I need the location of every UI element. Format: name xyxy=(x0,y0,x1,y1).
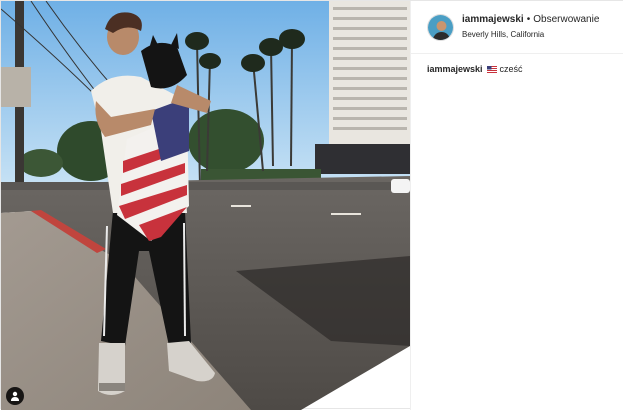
avatar[interactable] xyxy=(427,13,454,41)
flag-us-icon xyxy=(486,65,497,73)
instagram-post-viewer: iammajewski • Obserwowanie Beverly Hills, … xyxy=(0,0,623,410)
location-link[interactable]: Beverly Hills, California xyxy=(462,28,599,41)
post-side-panel: iammajewski • Obserwowanie Beverly Hills, … xyxy=(410,1,623,410)
post-header: iammajewski • Obserwowanie Beverly Hills, … xyxy=(411,1,623,54)
comments-list: iammajewski cześć xyxy=(411,54,623,84)
post-header-text: iammajewski • Obserwowanie Beverly Hills, … xyxy=(462,13,599,41)
following-button[interactable]: Obserwowanie xyxy=(533,14,599,25)
author-username-link[interactable]: iammajewski xyxy=(462,14,524,25)
avatar-image xyxy=(428,14,453,40)
comment-text: cześć xyxy=(499,64,523,74)
comment-item: iammajewski cześć xyxy=(427,64,608,74)
tagged-users-badge[interactable] xyxy=(6,387,24,405)
header-row: iammajewski • Obserwowanie xyxy=(462,13,599,26)
comment-username-link[interactable]: iammajewski xyxy=(427,64,483,74)
post-photo[interactable] xyxy=(1,1,410,410)
person-icon xyxy=(11,391,19,401)
street-photo-illustration xyxy=(1,1,410,410)
separator-dot: • xyxy=(526,14,531,25)
